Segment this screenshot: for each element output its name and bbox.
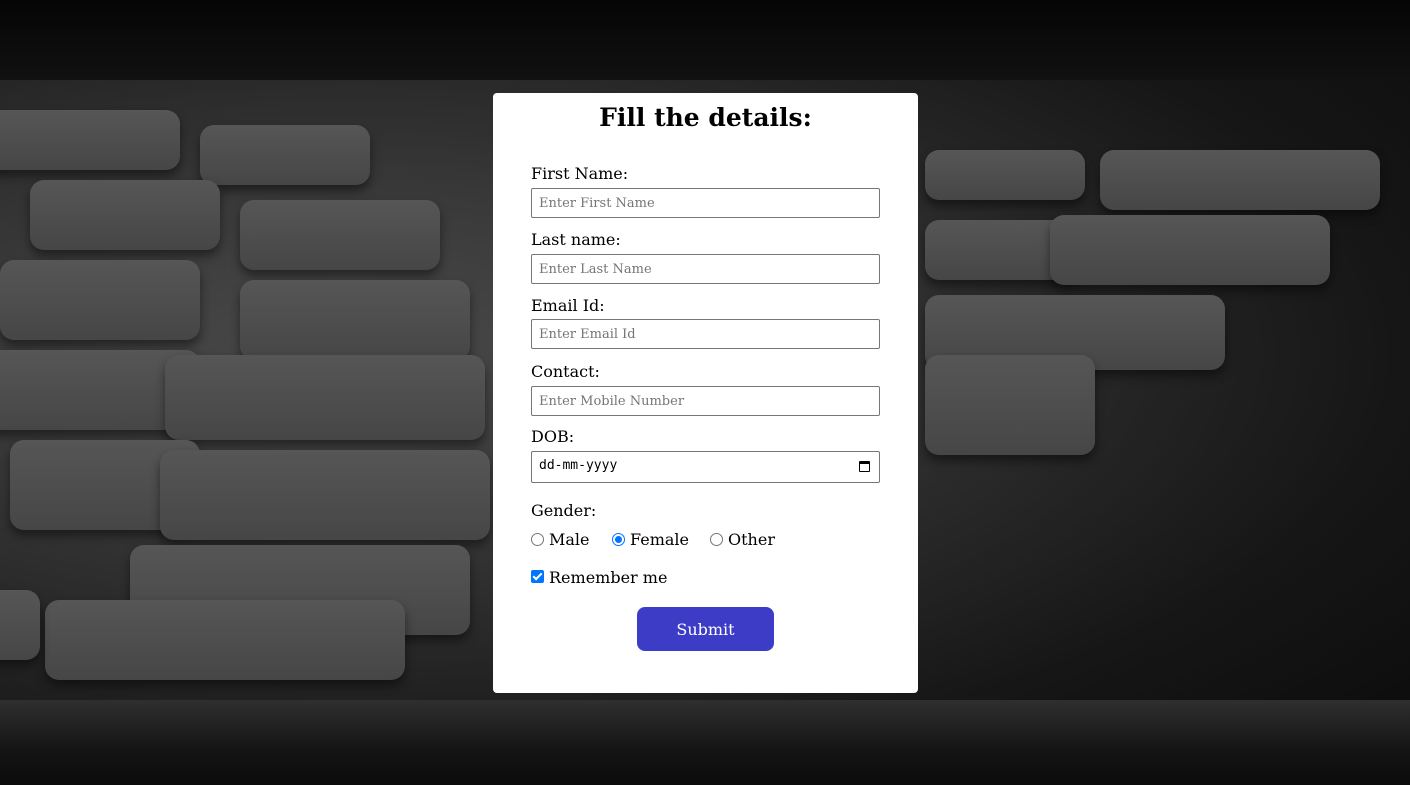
contact-input[interactable] xyxy=(531,386,880,416)
last-name-input[interactable] xyxy=(531,254,880,284)
remember-me-label: Remember me xyxy=(549,568,668,587)
first-name-label: First Name: xyxy=(531,164,629,183)
email-input[interactable] xyxy=(531,319,880,349)
other-radio[interactable] xyxy=(710,533,723,546)
submit-button[interactable]: Submit xyxy=(637,607,774,651)
remember-me-checkbox[interactable] xyxy=(531,570,544,583)
female-radio[interactable] xyxy=(612,533,625,546)
male-radio-label: Male xyxy=(549,530,590,549)
contact-label: Contact: xyxy=(531,362,600,381)
details-form: Fill the details: First Name: Last name:… xyxy=(493,93,918,693)
email-label: Email Id: xyxy=(531,296,605,315)
calendar-icon[interactable] xyxy=(859,461,870,472)
dob-date-text: dd-mm-yyyy xyxy=(539,458,618,473)
gender-label: Gender: xyxy=(531,501,597,520)
form-title: Fill the details: xyxy=(599,103,812,132)
dob-date-input[interactable]: dd-mm-yyyy xyxy=(531,451,880,483)
male-radio[interactable] xyxy=(531,533,544,546)
last-name-label: Last name: xyxy=(531,230,621,249)
female-radio-label: Female xyxy=(630,530,689,549)
other-radio-label: Other xyxy=(728,530,775,549)
dob-label: DOB: xyxy=(531,427,575,446)
first-name-input[interactable] xyxy=(531,188,880,218)
